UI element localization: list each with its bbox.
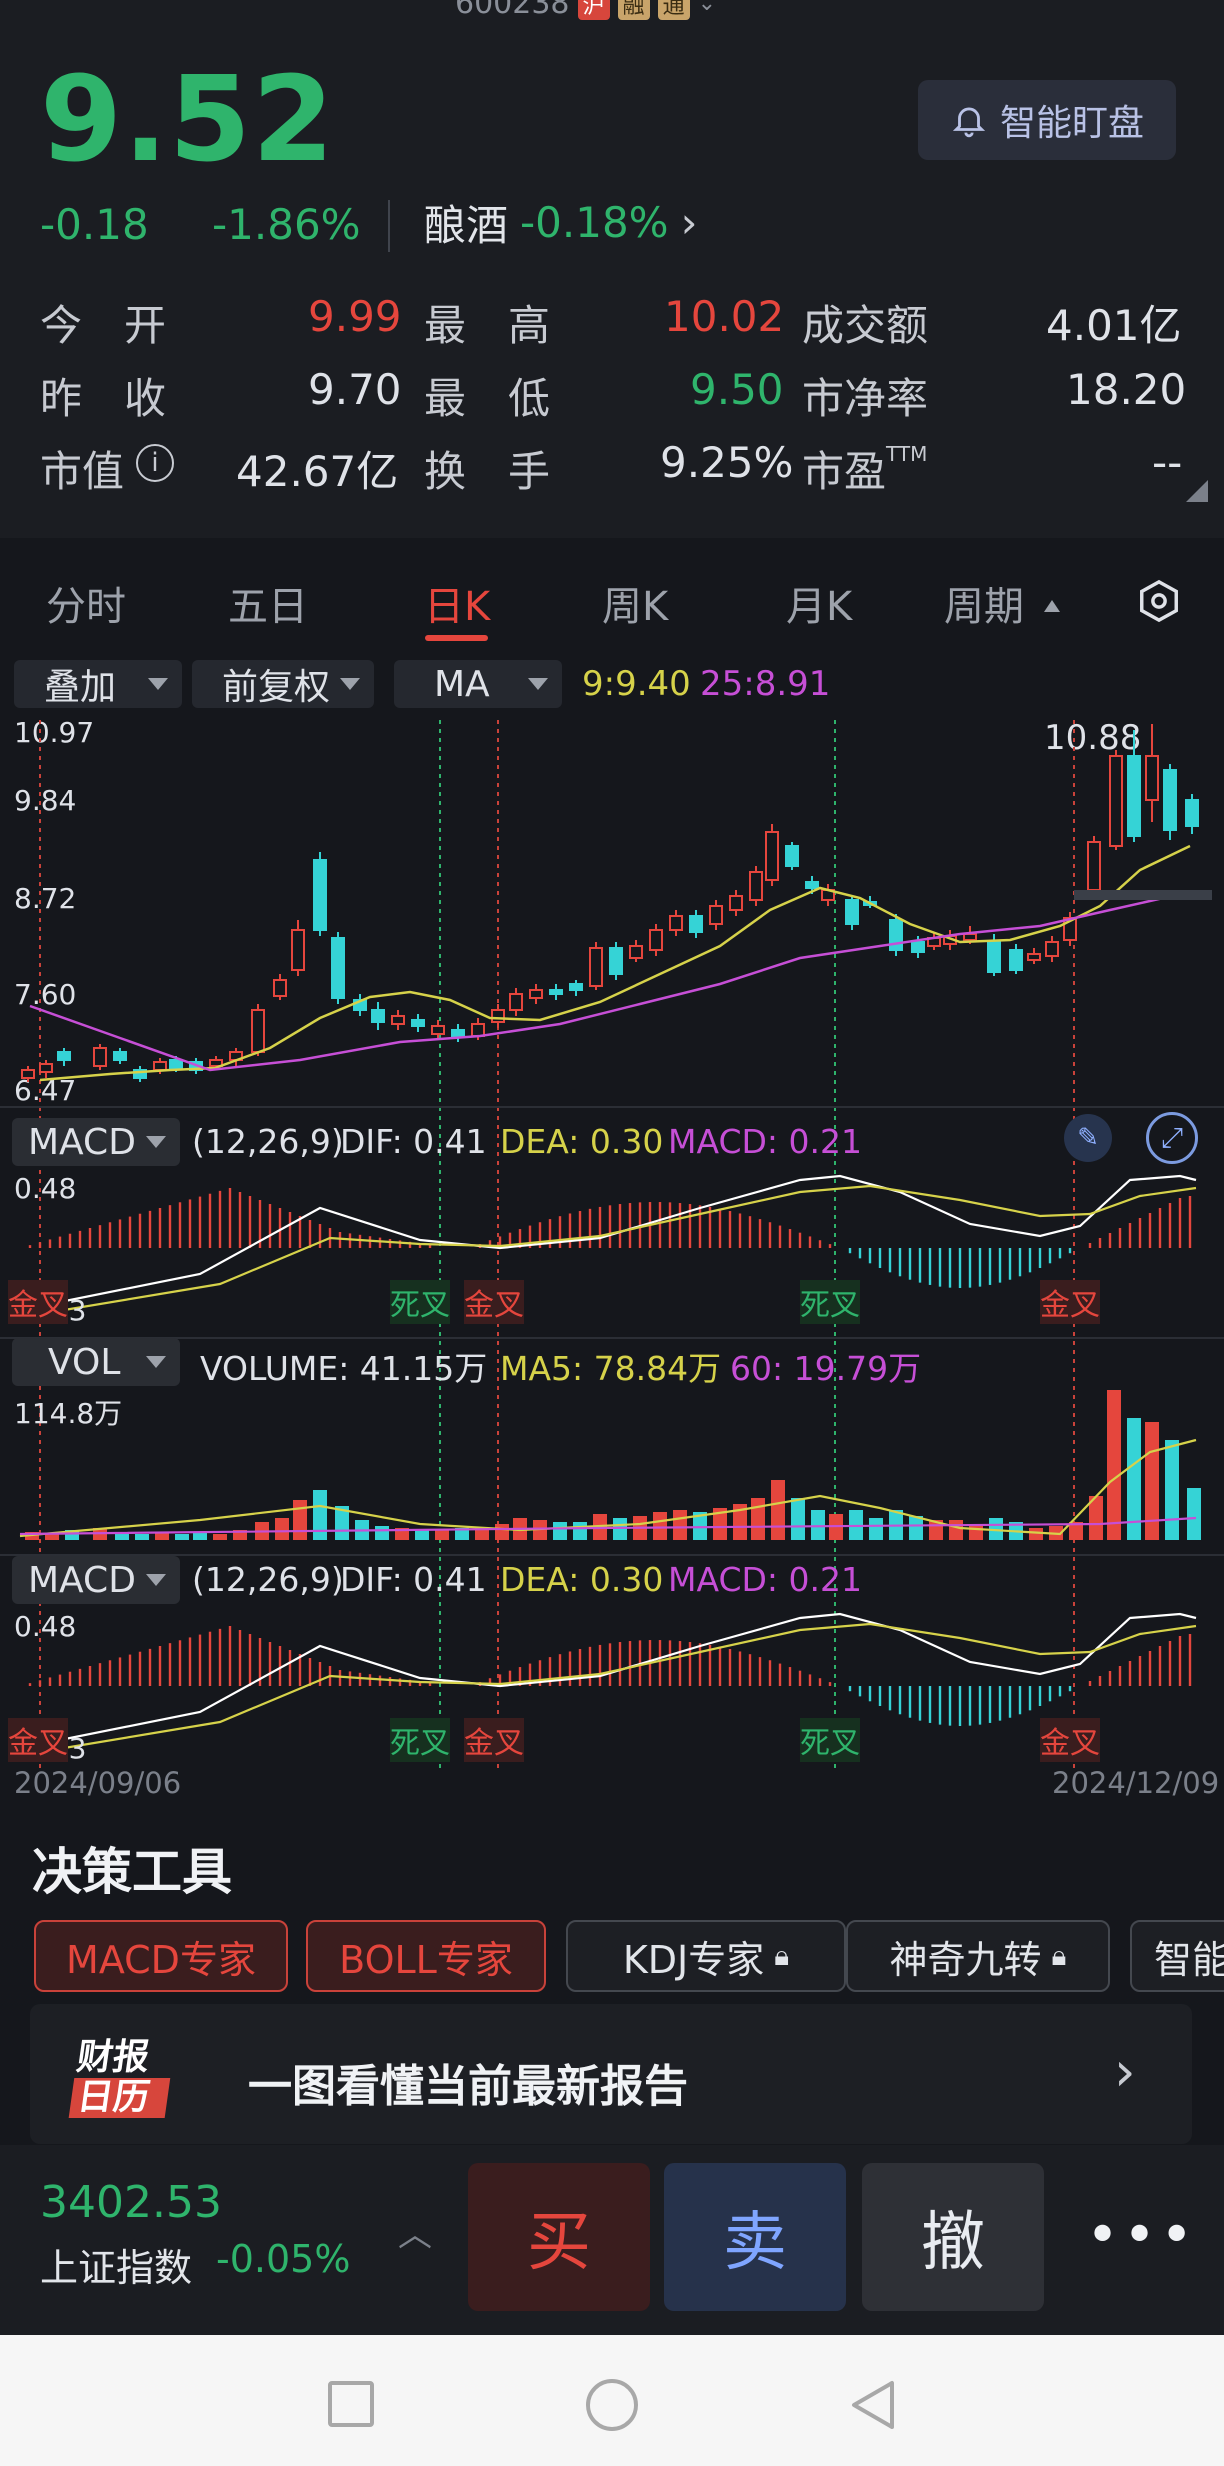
trade-bar: 3402.53 上证指数 -0.05% ︿ 买 卖 撤 ••• — [0, 2145, 1224, 2335]
macd-dif: DIF: 0.41 — [340, 1560, 487, 1599]
macd-dea: DEA: 0.30 — [500, 1122, 664, 1161]
vol-ma5-line — [19, 1438, 1197, 1538]
death-cross-badge: 死叉 — [800, 1718, 860, 1762]
dea-line — [39, 1184, 1197, 1316]
golden-cross-badge: 金叉 — [464, 1280, 524, 1324]
tool-macd-label: MACD专家 — [66, 1937, 256, 1982]
chevron-right-icon: › — [1114, 2040, 1136, 2103]
death-cross-badge: 死叉 — [800, 1280, 860, 1324]
lock-icon: 🔒︎ — [1051, 1939, 1067, 1972]
cross-markers — [39, 720, 1075, 1770]
tool-nine-turn-label: 神奇九转 — [889, 1937, 1042, 1982]
golden-cross-badge: 金叉 — [1040, 1718, 1100, 1762]
golden-cross-badge: 金叉 — [8, 1718, 68, 1762]
death-cross-badge: 死叉 — [390, 1280, 450, 1324]
chevron-up-icon[interactable]: ︿ — [398, 2207, 432, 2256]
death-cross-badge: 死叉 — [390, 1718, 450, 1762]
macd-dropdown[interactable]: MACD — [12, 1556, 180, 1604]
banner-text: 一图看懂当前最新报告 — [248, 2061, 688, 2112]
tools-title: 决策工具 — [32, 1843, 232, 1901]
buy-label: 买 — [527, 2206, 591, 2280]
logo-top: 财报 — [74, 2037, 153, 2078]
macd-dif: DIF: 0.41 — [340, 1122, 487, 1161]
vol-name: VOL — [48, 1341, 121, 1383]
vol-top-label: 114.8万 — [14, 1397, 123, 1430]
macd-params: (12,26,9) — [192, 1122, 344, 1161]
vol-dropdown[interactable]: VOL — [12, 1338, 180, 1386]
index-value: 3402.53 — [40, 2177, 222, 2228]
golden-cross-badge: 金叉 — [8, 1280, 68, 1324]
tool-smart[interactable]: 智能 — [1130, 1920, 1224, 1992]
macd-name: MACD — [28, 1121, 136, 1163]
macd-dropdown[interactable]: MACD — [12, 1118, 180, 1166]
date-start: 2024/09/06 — [14, 1766, 182, 1800]
vol-ma5: MA5: 78.84万 — [500, 1349, 722, 1388]
macd-value: MACD: 0.21 — [668, 1122, 863, 1161]
cancel-order-button[interactable]: 撤 — [862, 2163, 1044, 2311]
tool-kdj-label: KDJ专家 — [622, 1937, 765, 1982]
golden-cross-badge: 金叉 — [1040, 1280, 1100, 1324]
ma25-line — [29, 890, 1191, 1072]
edit-icon[interactable]: ✎ — [1064, 1114, 1112, 1162]
macd-name: MACD — [28, 1559, 136, 1601]
macd-value: MACD: 0.21 — [668, 1560, 863, 1599]
buy-button[interactable]: 买 — [468, 2163, 650, 2311]
golden-cross-badge: 金叉 — [464, 1718, 524, 1762]
macd-params: (12,26,9) — [192, 1560, 344, 1599]
system-nav-bar — [0, 2335, 1224, 2466]
sell-button[interactable]: 卖 — [664, 2163, 846, 2311]
macd-dea: DEA: 0.30 — [500, 1560, 664, 1599]
vol-volume: VOLUME: 41.15万 — [200, 1349, 488, 1388]
logo-bottom: 日历 — [68, 2077, 171, 2118]
date-end: 2024/12/09 — [1052, 1766, 1220, 1800]
back-icon[interactable] — [846, 2377, 900, 2433]
expand-icon[interactable]: ⤢ — [1146, 1112, 1198, 1164]
volume-bars — [25, 1390, 1201, 1540]
home-icon[interactable] — [586, 2379, 638, 2431]
candlesticks — [21, 724, 1199, 1082]
index-change: -0.05% — [216, 2237, 351, 2281]
tool-boll-label: BOLL专家 — [339, 1937, 513, 1982]
lock-icon: 🔒︎ — [774, 1939, 790, 1972]
report-calendar-logo: 财报 日历 — [68, 2037, 200, 2122]
tool-nine-turn[interactable]: 神奇九转 🔒︎ — [846, 1920, 1110, 1992]
recent-apps-icon[interactable] — [328, 2381, 374, 2427]
kline-chart[interactable] — [0, 0, 1224, 1800]
report-calendar-banner[interactable]: 财报 日历 一图看懂当前最新报告 › — [30, 2004, 1192, 2144]
tool-smart-label: 智能 — [1154, 1937, 1224, 1982]
more-icon[interactable]: ••• — [1086, 2203, 1197, 2268]
macd-top-label: 0.48 — [14, 1172, 77, 1205]
dea-line — [39, 1622, 1197, 1754]
vol-ma60: 60: 19.79万 — [730, 1349, 922, 1388]
tool-macd[interactable]: MACD专家 — [34, 1920, 288, 1992]
tool-boll[interactable]: BOLL专家 — [306, 1920, 546, 1992]
cancel-label: 撤 — [921, 2206, 985, 2280]
macd-top-label: 0.48 — [14, 1610, 77, 1643]
dif-line — [39, 1174, 1197, 1308]
sell-label: 卖 — [723, 2206, 787, 2280]
index-name: 上证指数 — [40, 2246, 193, 2290]
price-highlight-bar — [1074, 890, 1212, 900]
tool-kdj[interactable]: KDJ专家 🔒︎ — [566, 1920, 846, 1992]
dif-line — [39, 1612, 1197, 1746]
